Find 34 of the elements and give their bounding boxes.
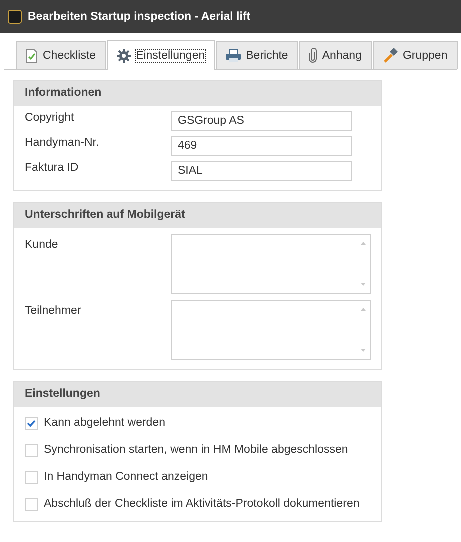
field-label: Kunde: [25, 238, 60, 252]
field-label: Teilnehmer: [25, 304, 82, 318]
paperclip-icon: [309, 48, 318, 63]
app-icon: [8, 10, 22, 24]
field-label: Handyman-Nr.: [25, 136, 100, 150]
printer-icon: [226, 49, 242, 62]
checkbox[interactable]: [25, 470, 38, 484]
checkbox-label: In Handyman Connect anzeigen: [44, 471, 208, 483]
checkbox-label: Kann abgelehnt werden: [44, 417, 166, 429]
field-label: Faktura ID: [25, 161, 80, 175]
input-field[interactable]: 469: [171, 136, 352, 156]
panel-header: Einstellungen: [14, 382, 381, 407]
tab[interactable]: Berichte: [216, 41, 298, 69]
checkbox[interactable]: [25, 416, 38, 430]
tab[interactable]: Einstellungen: [107, 40, 216, 70]
checkbox-label: Abschluß der Checkliste im Aktivitäts-Protokoll dokumentieren: [44, 498, 360, 510]
input-field[interactable]: GSGroup AS: [171, 111, 352, 131]
tab[interactable]: Checkliste: [16, 41, 106, 69]
panel-header: Unterschriften auf Mobilgerät: [14, 203, 381, 228]
checkbox[interactable]: [25, 498, 38, 510]
tab[interactable]: Gruppen: [372, 41, 458, 69]
gear-icon: [117, 48, 132, 62]
input-field[interactable]: SIAL: [171, 161, 352, 181]
text-area[interactable]: [171, 300, 371, 360]
field-label: Copyright: [25, 111, 76, 125]
window-title: Bearbeiten Startup inspection - Aerial lift: [28, 10, 251, 22]
tab[interactable]: Anhang: [299, 41, 372, 69]
checklist-icon: [26, 48, 38, 62]
checkbox-label: Synchronisation starten, wenn in HM Mobile abgeschlossen: [44, 444, 348, 456]
checkmark-icon: [27, 420, 36, 426]
checkbox[interactable]: [25, 444, 38, 456]
panel-header: Informationen: [14, 81, 381, 106]
text-area[interactable]: [171, 234, 371, 294]
hammer-icon: [382, 48, 398, 63]
